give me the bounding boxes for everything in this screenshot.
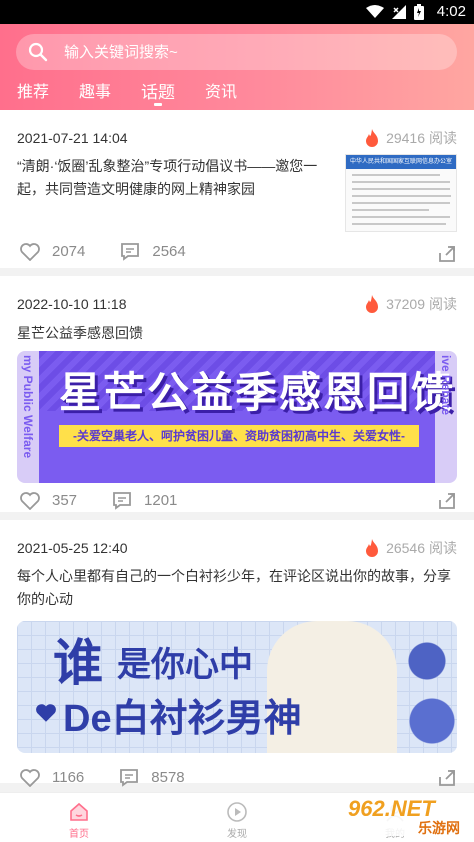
read-count: 26546 阅读 <box>364 538 457 558</box>
share-icon[interactable] <box>437 491 457 511</box>
banner-line2: De白衬衫男神 <box>63 698 302 740</box>
search-bar[interactable] <box>16 34 457 70</box>
home-icon <box>70 802 88 821</box>
banner-flowers <box>397 631 457 753</box>
nav-label: 首页 <box>69 829 89 840</box>
nav-home[interactable]: 首页 <box>0 793 158 842</box>
banner-line1-big: 谁 <box>53 635 103 691</box>
tab-news[interactable]: 资讯 <box>205 78 237 103</box>
battery-icon <box>414 4 424 20</box>
post-date: 2022-10-10 11:18 <box>17 296 127 312</box>
post-banner[interactable]: 星芒公益季感恩回馈 -关爱空巢老人、呵护贫困儿童、资助贫困初高中生、关爱女性- … <box>17 351 457 483</box>
post-date: 2021-05-25 12:40 <box>17 540 128 556</box>
like-icon[interactable] <box>20 242 40 261</box>
share-icon[interactable] <box>437 768 457 788</box>
comment-icon[interactable] <box>119 768 139 787</box>
post-title[interactable]: 每个人心里都有自己的一个白衬衫少年，在评论区说出你的故事，分享你的心动 <box>17 565 457 611</box>
status-bar: 4:02 <box>0 0 474 24</box>
post-actions: 357 1201 <box>20 491 212 510</box>
banner-line1-rest: 是你心中 <box>117 646 253 684</box>
app-header: 推荐 趣事 话题 资讯 <box>0 24 474 110</box>
fire-icon <box>366 128 379 147</box>
like-icon[interactable] <box>20 768 40 787</box>
post-date: 2021-07-21 14:04 <box>17 130 128 146</box>
search-icon <box>28 42 48 62</box>
post-banner[interactable]: 谁 是你心中 De白衬衫男神 <box>17 621 457 753</box>
post-actions: 1166 8578 <box>20 768 220 787</box>
read-count-value: 29416 <box>386 130 425 146</box>
comment-count: 8578 <box>151 769 185 786</box>
read-unit: 阅读 <box>429 130 457 146</box>
comment-count: 1201 <box>144 492 178 509</box>
status-time: 4:02 <box>436 3 466 20</box>
post-thumbnail[interactable]: 中华人民共和国国家互联网信息办公室 <box>345 154 457 232</box>
watermark-caption: 乐游网 <box>418 820 460 836</box>
search-input[interactable] <box>64 43 424 61</box>
active-tab-indicator <box>154 103 163 106</box>
tab-label: 资讯 <box>205 84 238 101</box>
comment-count: 2564 <box>152 243 186 260</box>
tab-topics[interactable]: 话题 <box>141 78 176 106</box>
tab-label: 话题 <box>141 83 176 102</box>
signal-icon <box>392 5 406 19</box>
like-count: 357 <box>52 492 78 509</box>
tab-label: 推荐 <box>17 84 50 101</box>
tab-label: 趣事 <box>79 84 112 101</box>
heart-icon <box>36 704 56 722</box>
post-feed: 2021-07-21 14:04 29416 阅读 “清朗·‘饭圈’乱象整治”专… <box>0 110 474 791</box>
post-card[interactable]: 2022-10-10 11:18 37209 阅读 星芒公益季感恩回馈 星芒公益… <box>0 276 474 512</box>
discover-icon <box>227 802 247 822</box>
banner-subtitle: -关爱空巢老人、呵护贫困儿童、资助贫困初高中生、关爱女性- <box>59 425 419 447</box>
read-count-value: 37209 <box>386 296 425 312</box>
post-card[interactable]: 2021-07-21 14:04 29416 阅读 “清朗·‘饭圈’乱象整治”专… <box>0 110 474 268</box>
tab-fun[interactable]: 趣事 <box>79 78 111 103</box>
share-icon[interactable] <box>437 244 457 264</box>
post-card[interactable]: 2021-05-25 12:40 26546 阅读 每个人心里都有自己的一个白衬… <box>0 520 474 787</box>
thumbnail-header: 中华人民共和国国家互联网信息办公室 <box>346 155 456 169</box>
like-count: 2074 <box>52 243 86 260</box>
nav-discover[interactable]: 发现 <box>158 793 316 842</box>
read-unit: 阅读 <box>429 296 457 312</box>
watermark-logo: 962.NET 乐游网 <box>340 796 468 836</box>
banner-title: 星芒公益季感恩回馈 <box>59 369 456 416</box>
tab-recommend[interactable]: 推荐 <box>17 78 49 103</box>
read-unit: 阅读 <box>429 540 457 556</box>
category-tabs: 推荐 趣事 话题 资讯 <box>17 78 267 106</box>
read-count: 37209 阅读 <box>364 294 457 314</box>
nav-label: 发现 <box>227 829 247 840</box>
fire-icon <box>366 294 379 313</box>
post-title[interactable]: “清朗·‘饭圈’乱象整治”专项行动倡议书——邀您一起，共同营造文明健康的网上精神… <box>17 155 327 201</box>
post-title[interactable]: 星芒公益季感恩回馈 <box>17 322 143 345</box>
like-count: 1166 <box>52 769 85 786</box>
post-actions: 2074 2564 <box>20 242 221 261</box>
wifi-icon <box>366 5 384 18</box>
fire-icon <box>366 538 379 557</box>
banner-side-right: ive Rebate <box>439 355 453 416</box>
read-count: 29416 阅读 <box>364 128 457 148</box>
read-count-value: 26546 <box>386 540 425 556</box>
like-icon[interactable] <box>20 491 40 510</box>
comment-icon[interactable] <box>112 491 132 510</box>
banner-side-left: my Public Welfare <box>21 355 35 459</box>
comment-icon[interactable] <box>120 242 140 261</box>
status-icons <box>366 4 424 20</box>
